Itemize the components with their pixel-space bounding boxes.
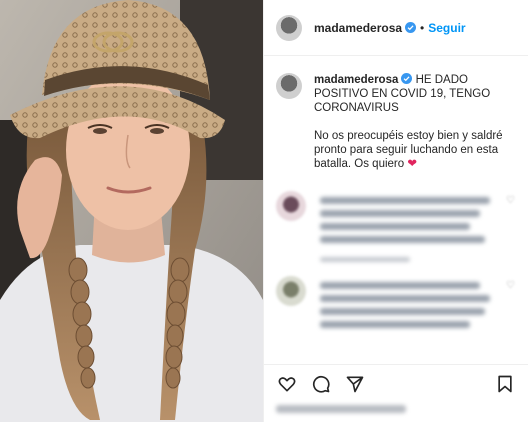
instagram-post-window: madamederosa • Seguir madamederosa HE DA… [0, 0, 528, 422]
caption-text: madamederosa HE DADO POSITIVO EN COVID 1… [314, 73, 514, 171]
red-heart-emoji: ❤ [407, 158, 417, 170]
comment-text-blurred [320, 191, 495, 262]
verified-badge-icon [405, 22, 417, 33]
comment-like-icon[interactable]: ♡ [506, 280, 516, 291]
commenter-avatar[interactable] [276, 191, 306, 221]
share-icon[interactable] [344, 373, 366, 395]
post-header: madamederosa • Seguir [264, 0, 528, 56]
post-caption: madamederosa HE DADO POSITIVO EN COVID 1… [264, 57, 528, 171]
comment-item: ♡ [264, 191, 528, 262]
comment-icon[interactable] [310, 373, 332, 395]
comment-item: ♡ [264, 276, 528, 328]
post-actions [264, 364, 528, 422]
heart-icon[interactable] [276, 373, 298, 395]
post-photo[interactable] [0, 0, 263, 422]
bookmark-icon[interactable] [494, 373, 516, 395]
comments-scroll-area[interactable]: madamederosa HE DADO POSITIVO EN COVID 1… [264, 57, 528, 363]
comment-like-icon[interactable]: ♡ [506, 195, 516, 206]
post-photo-image [0, 0, 263, 422]
post-sidebar: madamederosa • Seguir madamederosa HE DA… [263, 0, 528, 422]
comment-text-blurred [320, 276, 495, 328]
header-separator: • [420, 20, 425, 35]
author-username[interactable]: madamederosa [314, 21, 402, 35]
likes-count-blurred[interactable] [276, 405, 406, 413]
caption-avatar[interactable] [276, 73, 302, 99]
follow-button[interactable]: Seguir [428, 21, 465, 35]
commenter-avatar[interactable] [276, 276, 306, 306]
author-avatar[interactable] [276, 14, 302, 41]
caption-verified-icon [401, 73, 413, 84]
caption-username[interactable]: madamederosa [314, 74, 398, 86]
